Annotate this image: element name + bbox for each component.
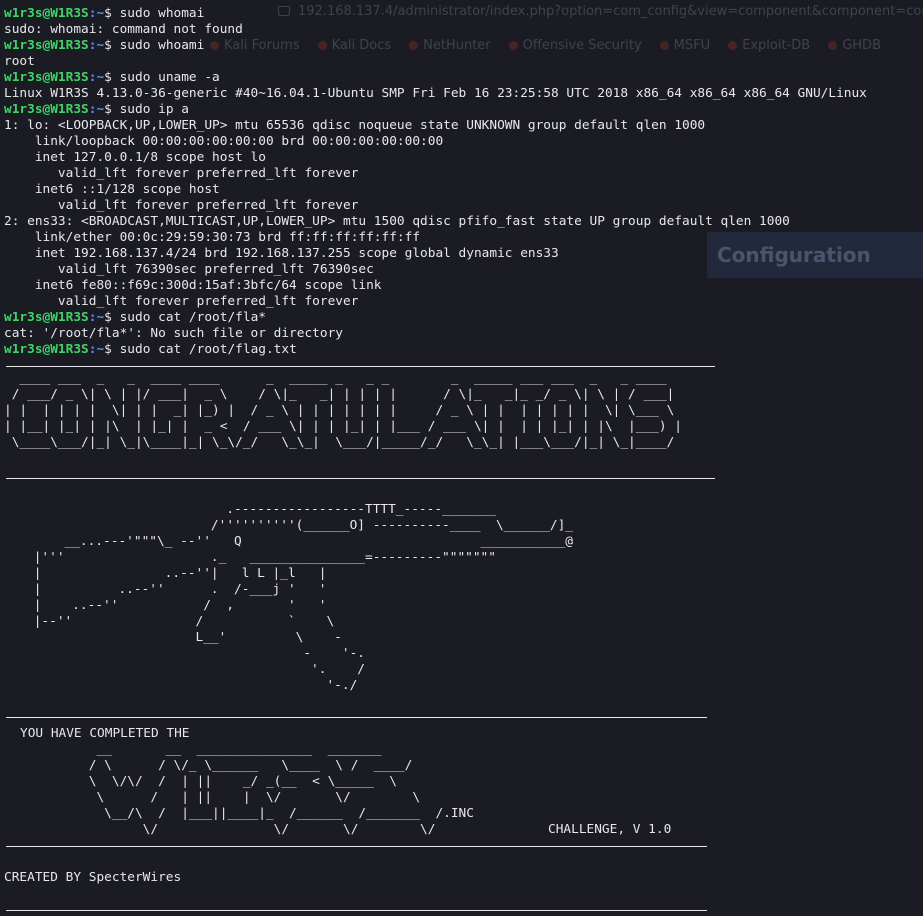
prompt-symbol: $ [104, 342, 120, 357]
prompt-user-host: w1r3s@W1R3S [4, 70, 89, 85]
prompt-path: :~ [88, 38, 105, 53]
command-text: sudo cat /root/fla* [119, 310, 266, 325]
prompt-line: w1r3s@W1R3S:~$ sudo cat /root/fla* [4, 310, 266, 326]
output-line: valid_lft forever preferred_lft forever [4, 198, 359, 213]
output-line: cat: '/root/fla*': No such file or direc… [4, 326, 343, 341]
output-line: root [4, 54, 35, 69]
prompt-path: :~ [88, 102, 105, 117]
prompt-symbol: $ [104, 6, 120, 21]
wires-banner: __ __ _______________ _______ / \ / \/_ … [88, 742, 474, 837]
prompt-symbol: $ [104, 38, 120, 53]
prompt-path: :~ [88, 6, 105, 21]
prompt-line: w1r3s@W1R3S:~$ sudo cat /root/flag.txt [4, 342, 297, 358]
output-line: 1: lo: <LOOPBACK,UP,LOWER_UP> mtu 65536 … [4, 118, 706, 133]
created-by: CREATED BY SpecterWires [4, 870, 182, 885]
output-line: valid_lft 76390sec preferred_lft 76390se… [4, 262, 374, 277]
command-text: sudo cat /root/flag.txt [119, 342, 297, 357]
prompt-line: w1r3s@W1R3S:~$ sudo ip a [4, 102, 189, 118]
output-line: valid_lft forever preferred_lft forever [4, 166, 359, 181]
command-text: sudo ip a [119, 102, 189, 117]
challenge-version: CHALLENGE, V 1.0 [548, 822, 672, 837]
output-line: sudo: whomai: command not found [4, 22, 243, 37]
congratulations-banner: ____ ___ _ _ ____ ____ _ _____ _ _ _ _ _… [4, 371, 682, 450]
prompt-path: :~ [88, 70, 105, 85]
completed-text: YOU HAVE COMPLETED THE [20, 726, 190, 741]
prompt-line: w1r3s@W1R3S:~$ sudo whomai [4, 6, 204, 22]
output-line: inet6 fe80::f69c:300d:15af:3bfc/64 scope… [4, 278, 382, 293]
output-line: Linux W1R3S 4.13.0-36-generic #40~16.04.… [4, 86, 867, 101]
prompt-symbol: $ [104, 310, 120, 325]
output-line: valid_lft forever preferred_lft forever [4, 294, 359, 309]
command-text: sudo whoami [119, 38, 205, 53]
output-line: inet6 ::1/128 scope host [4, 182, 220, 197]
prompt-path: :~ [88, 310, 105, 325]
output-line: inet 127.0.0.1/8 scope host lo [4, 150, 266, 165]
output-line: inet 192.168.137.4/24 brd 192.168.137.25… [4, 246, 559, 261]
prompt-user-host: w1r3s@W1R3S [4, 102, 89, 117]
output-line: link/loopback 00:00:00:00:00:00 brd 00:0… [4, 134, 444, 149]
prompt-line: w1r3s@W1R3S:~$ sudo whoami [4, 38, 204, 54]
prompt-path: :~ [88, 342, 105, 357]
prompt-user-host: w1r3s@W1R3S [4, 6, 89, 21]
command-text: sudo uname -a [119, 70, 220, 85]
divider [6, 846, 707, 847]
prompt-line: w1r3s@W1R3S:~$ sudo uname -a [4, 70, 220, 86]
prompt-user-host: w1r3s@W1R3S [4, 342, 89, 357]
prompt-user-host: w1r3s@W1R3S [4, 38, 89, 53]
divider [6, 478, 715, 479]
output-line: link/ether 00:0c:29:59:30:73 brd ff:ff:f… [4, 230, 421, 245]
prompt-symbol: $ [104, 70, 120, 85]
prompt-symbol: $ [104, 102, 120, 117]
divider [6, 910, 707, 911]
prompt-user-host: w1r3s@W1R3S [4, 310, 89, 325]
divider [6, 366, 715, 367]
output-line: 2: ens33: <BROADCAST,MULTICAST,UP,LOWER_… [4, 214, 790, 229]
command-text: sudo whomai [119, 6, 205, 21]
terminal-window[interactable]: w1r3s@W1R3S:~$ sudo whomai sudo: whomai: … [0, 0, 923, 916]
ascii-rifle-art: .-----------------TTTT_-----_______ /'''… [33, 502, 574, 693]
divider [6, 717, 707, 718]
